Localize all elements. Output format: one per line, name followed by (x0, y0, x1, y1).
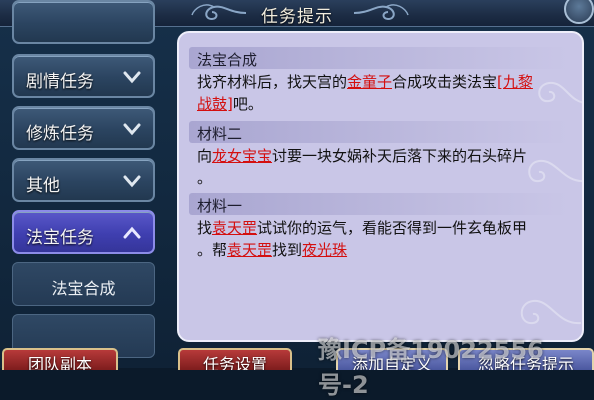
team-dungeon-button[interactable]: 团队副本 (2, 348, 118, 370)
text-segment: 试试你的运气，看能否得到一件玄龟板甲 (257, 219, 528, 237)
chevron-down-icon (123, 71, 141, 84)
npc-link[interactable]: 金童子 (347, 73, 392, 91)
game-window: 任务提示 剧情任务 修炼任务 其他 法宝任务 法宝合成 法宝合成 找齐材料后，找… (0, 0, 594, 399)
text-segment: 找到 (272, 241, 303, 259)
chevron-down-icon (123, 123, 141, 136)
title-ornament-right-icon (353, 4, 409, 21)
text-segment: 。帮 (197, 241, 228, 259)
sidebar-item-label: 法宝任务 (26, 228, 94, 248)
sidebar-item-other[interactable]: 其他 (12, 158, 155, 202)
section-heading: 材料一 (189, 193, 569, 215)
npc-link[interactable]: 夜光珠 (302, 241, 347, 259)
npc-link[interactable]: 袁天罡 (212, 219, 257, 237)
npc-link[interactable]: 袁天罡 (227, 241, 272, 259)
section-heading-text: 材料一 (197, 197, 243, 215)
icp-watermark: 豫ICP备19022556号-2 (318, 336, 544, 399)
text-segment: 合成攻击类法宝 (392, 73, 498, 91)
section-heading: 法宝合成 (189, 47, 569, 69)
section-text-line: 找齐材料后，找天宫的金童子合成攻击类法宝[九黎 (197, 71, 533, 92)
text-segment: 吧。 (232, 95, 263, 113)
sidebar-item-label: 剧情任务 (26, 72, 94, 92)
section-heading-text: 法宝合成 (197, 51, 258, 69)
section-text-line: 向龙女宝宝讨要一块女娲补天后落下来的石头碎片 (197, 145, 527, 166)
section-text-line: 。 (197, 167, 212, 188)
sidebar-item-story[interactable]: 剧情任务 (12, 54, 155, 98)
task-settings-button[interactable]: 任务设置 (178, 348, 292, 370)
task-category-sidebar[interactable]: 剧情任务 修炼任务 其他 法宝任务 法宝合成 (8, 0, 158, 358)
task-detail-panel: 法宝合成 找齐材料后，找天宫的金童子合成攻击类法宝[九黎 战鼓]吧。 材料二 向龙女宝宝… (177, 31, 584, 342)
text-segment: 向 (197, 147, 213, 165)
section-heading: 材料二 (189, 121, 569, 143)
sidebar-subitem-label: 法宝合成 (51, 279, 116, 298)
section-text-line: 战鼓]吧。 (197, 93, 263, 114)
section-text-line: 。帮袁天罡找到夜光珠 (197, 239, 347, 260)
sidebar-item-treasure[interactable]: 法宝任务 (12, 210, 155, 254)
text-segment: 找 (197, 219, 213, 237)
npc-link[interactable]: 战鼓] (197, 95, 233, 113)
sidebar-item-hidden-top[interactable] (12, 0, 155, 44)
text-segment: 讨要一块女娲补天后落下来的石头碎片 (272, 147, 528, 165)
section-text-line: 找袁天罡试试你的运气，看能否得到一件玄龟板甲 (197, 217, 527, 238)
sidebar-subitem-treasure-synthesis[interactable]: 法宝合成 (12, 262, 155, 306)
text-segment: 。 (197, 169, 213, 187)
npc-link[interactable]: [九黎 (497, 73, 533, 91)
chevron-up-icon (123, 226, 141, 239)
section-heading-text: 材料二 (197, 125, 243, 143)
sidebar-item-cultivation[interactable]: 修炼任务 (12, 106, 155, 150)
sidebar-item-label: 修炼任务 (26, 124, 94, 144)
chevron-down-icon (123, 175, 141, 188)
text-segment: 找齐材料后，找天宫的 (197, 73, 348, 91)
sidebar-item-label: 其他 (26, 176, 60, 196)
npc-link[interactable]: 龙女宝宝 (212, 147, 272, 165)
